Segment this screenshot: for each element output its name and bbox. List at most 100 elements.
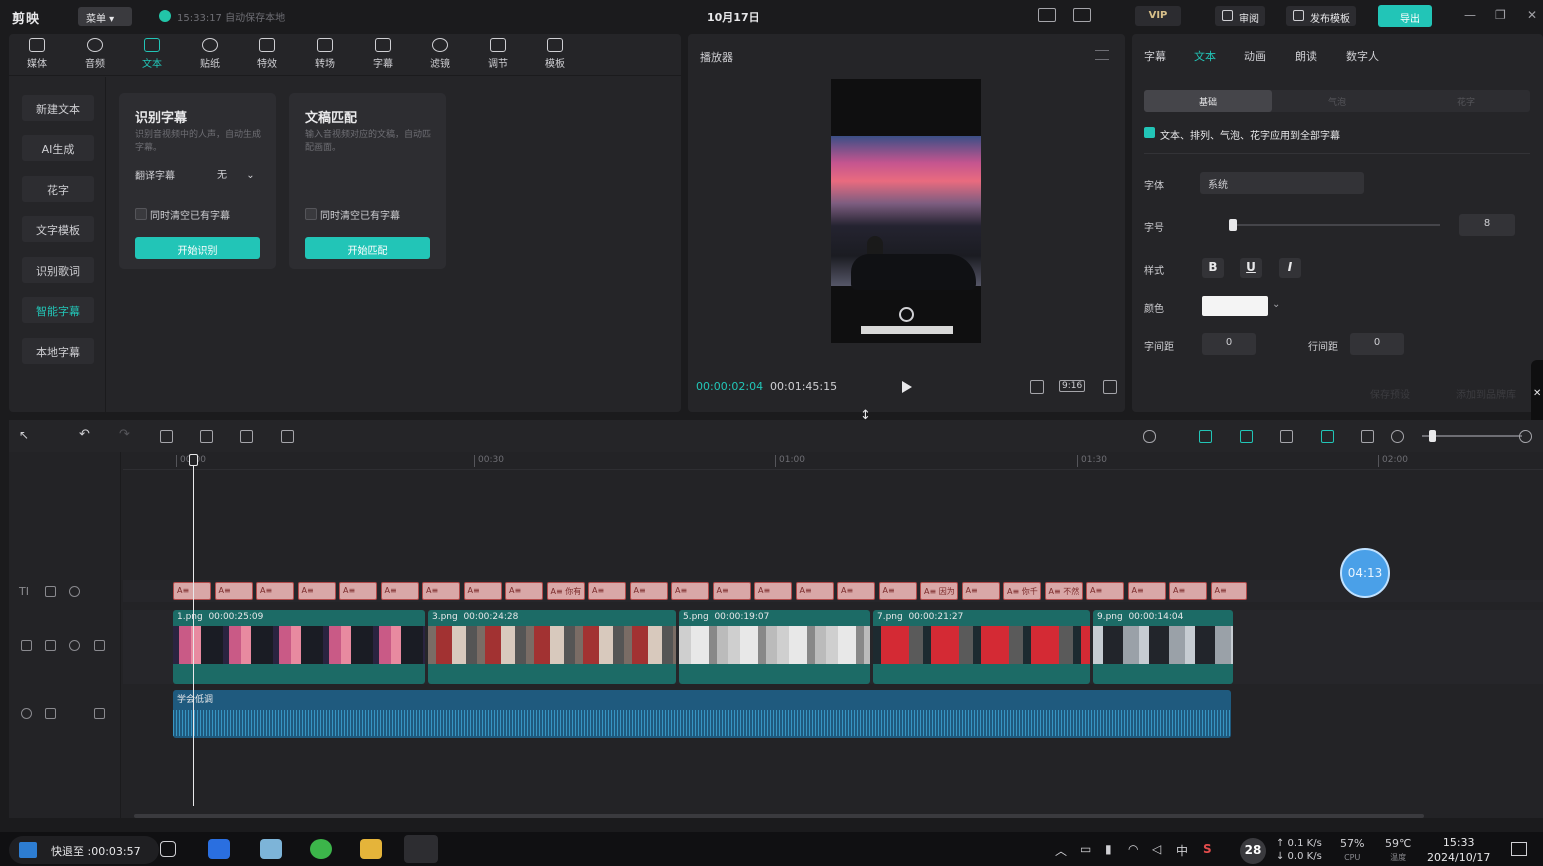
underline-button[interactable]: U: [1240, 258, 1262, 278]
close-icon[interactable]: ✕: [1527, 8, 1537, 22]
speaker-icon[interactable]: ◁: [1152, 842, 1161, 856]
fullscreen-icon[interactable]: [1103, 380, 1117, 394]
lock-icon[interactable]: [45, 708, 56, 719]
system-clock[interactable]: 15:33 2024/10/17: [1427, 835, 1490, 865]
wifi-icon[interactable]: ◠: [1128, 842, 1138, 856]
text-clip[interactable]: A≡: [1127, 582, 1166, 600]
security-app-icon[interactable]: [310, 839, 332, 859]
text-clip[interactable]: A≡: [588, 582, 626, 600]
text-clip[interactable]: A≡: [878, 582, 917, 600]
eye-icon[interactable]: [69, 640, 80, 651]
video-clip[interactable]: 5.png 00:00:19:07: [679, 610, 870, 684]
color-swatch[interactable]: [1202, 296, 1268, 316]
clear-existing-checkbox[interactable]: 同时清空已有字幕: [305, 207, 400, 222]
notification-badge[interactable]: 28: [1240, 838, 1266, 864]
project-title[interactable]: 10月17日: [707, 9, 760, 25]
publish-template-button[interactable]: 发布模板: [1286, 6, 1356, 26]
delete-icon[interactable]: [281, 430, 294, 443]
capcut-taskbar-icon[interactable]: [404, 835, 438, 863]
subtitle-overlay[interactable]: [861, 326, 953, 334]
text-clip[interactable]: A≡: [629, 582, 668, 600]
network-icon[interactable]: ▭: [1080, 842, 1091, 856]
lock-icon[interactable]: [45, 586, 56, 597]
video-preview[interactable]: [831, 79, 981, 343]
text-clip[interactable]: A≡: [505, 582, 543, 600]
subnav-new-text[interactable]: 新建文本: [22, 95, 94, 121]
auto-snap-icon[interactable]: [1240, 430, 1253, 443]
rotate-icon[interactable]: [899, 307, 914, 322]
apply-all-checkbox[interactable]: 文本、排列、气泡、花字应用到全部字幕: [1144, 127, 1340, 142]
text-clip[interactable]: A≡: [1086, 582, 1124, 600]
tool-audio[interactable]: 音频: [70, 38, 120, 70]
lock-icon[interactable]: [45, 640, 56, 651]
zoom-in-icon[interactable]: [1519, 430, 1532, 443]
text-clip[interactable]: A≡: [837, 582, 875, 600]
ratio-button[interactable]: 9:16: [1059, 380, 1086, 392]
browser-icon[interactable]: [208, 839, 230, 859]
text-clip[interactable]: A≡: [754, 582, 792, 600]
segment-bubble[interactable]: 气泡: [1273, 90, 1401, 112]
microphone-tray-icon[interactable]: ▮: [1105, 842, 1112, 856]
clear-existing-checkbox[interactable]: 同时清空已有字幕: [135, 207, 230, 222]
size-slider[interactable]: [1230, 224, 1440, 226]
tool-text[interactable]: 文本: [127, 38, 177, 70]
split-icon[interactable]: [160, 430, 173, 443]
text-clip[interactable]: A≡: [422, 582, 460, 600]
subnav-ai-generate[interactable]: AI生成: [22, 135, 94, 161]
restore-icon[interactable]: ❐: [1495, 8, 1506, 22]
zoom-out-icon[interactable]: [1391, 430, 1404, 443]
tool-template[interactable]: 模板: [530, 38, 580, 70]
tab-animation[interactable]: 动画: [1244, 48, 1266, 64]
tray-expand-icon[interactable]: ︿: [1055, 842, 1067, 859]
screenshot-icon[interactable]: [1030, 380, 1044, 394]
text-clip[interactable]: A≡ 你有: [546, 582, 585, 600]
select-tool-icon[interactable]: ↖: [19, 428, 32, 442]
text-clip[interactable]: A≡: [671, 582, 709, 600]
subnav-text-template[interactable]: 文字模板: [22, 216, 94, 242]
text-clip[interactable]: A≡: [1210, 582, 1247, 600]
tab-digital-human[interactable]: 数字人: [1346, 48, 1379, 64]
size-input[interactable]: 8: [1459, 214, 1515, 236]
text-clip[interactable]: A≡: [256, 582, 294, 600]
zoom-slider[interactable]: [1422, 435, 1522, 437]
review-button[interactable]: 审阅: [1215, 6, 1265, 26]
text-clip[interactable]: A≡: [795, 582, 834, 600]
link-icon[interactable]: [1280, 430, 1293, 443]
tool-transition[interactable]: 转场: [300, 38, 350, 70]
taskview-icon[interactable]: [160, 841, 176, 857]
add-to-library-button[interactable]: 添加到品牌库: [1456, 386, 1516, 401]
playhead-handle[interactable]: [189, 454, 198, 466]
tool-sticker[interactable]: 贴纸: [185, 38, 235, 70]
start-match-button[interactable]: 开始匹配: [305, 237, 430, 259]
tool-adjust[interactable]: 调节: [473, 38, 523, 70]
horizontal-scrollbar[interactable]: [134, 814, 1424, 818]
notes-app-icon[interactable]: [260, 839, 282, 859]
minimize-icon[interactable]: —: [1464, 8, 1476, 22]
text-clip[interactable]: A≡: [173, 582, 211, 600]
tab-text[interactable]: 文本: [1194, 48, 1216, 64]
export-button[interactable]: 导出: [1378, 5, 1432, 27]
tool-effects[interactable]: 特效: [242, 38, 292, 70]
eye-icon[interactable]: [69, 586, 80, 597]
start-recognize-button[interactable]: 开始识别: [135, 237, 260, 259]
bold-button[interactable]: B: [1202, 258, 1224, 278]
split-left-icon[interactable]: [200, 430, 213, 443]
letter-spacing-input[interactable]: 0: [1202, 333, 1256, 355]
text-clip[interactable]: A≡: [297, 582, 336, 600]
text-clip[interactable]: A≡: [961, 582, 1000, 600]
play-icon[interactable]: [902, 381, 912, 393]
tab-subtitle[interactable]: 字幕: [1144, 48, 1166, 64]
volume-icon[interactable]: [94, 708, 105, 719]
text-clip[interactable]: A≡: [214, 582, 253, 600]
subnav-local-subtitle[interactable]: 本地字幕: [22, 338, 94, 364]
line-spacing-input[interactable]: 0: [1350, 333, 1404, 355]
video-clip[interactable]: 7.png 00:00:21:27: [873, 610, 1090, 684]
text-clip[interactable]: A≡ 不然: [1044, 582, 1083, 600]
audio-clip[interactable]: 学会低调: [173, 690, 1231, 738]
translate-select[interactable]: 无 ⌄: [211, 162, 259, 182]
tool-media[interactable]: 媒体: [12, 38, 62, 70]
text-clip[interactable]: A≡: [463, 582, 502, 600]
fit-view-icon[interactable]: [1361, 430, 1374, 443]
subnav-lyrics[interactable]: 识别歌词: [22, 257, 94, 283]
ime-indicator[interactable]: 中: [1176, 842, 1188, 859]
